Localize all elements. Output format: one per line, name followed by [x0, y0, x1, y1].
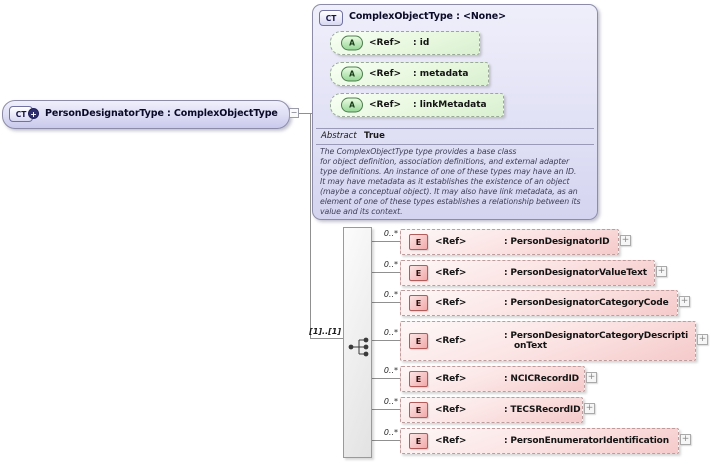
element-row[interactable]: E <Ref> : PersonDesignatorID — [400, 229, 619, 255]
attribute-ref: <Ref> — [369, 38, 402, 48]
element-ref: <Ref> — [435, 336, 467, 346]
description-line: (maybe a conceptual object). It may also… — [320, 187, 578, 196]
expand-handle[interactable]: + — [620, 235, 631, 246]
expand-handle[interactable]: + — [586, 372, 597, 383]
element-icon: E — [409, 433, 428, 449]
separator — [316, 144, 594, 145]
description-line: value and its context. — [320, 207, 403, 216]
connector-line — [372, 241, 400, 242]
element-name: : NCICRecordID — [504, 374, 579, 384]
element-row[interactable]: E <Ref> : PersonDesignatorValueText — [400, 260, 655, 286]
expand-handle[interactable]: + — [679, 296, 690, 307]
connector-line — [310, 338, 343, 339]
element-row[interactable]: E <Ref> : PersonDesignatorCategoryDescri… — [400, 321, 696, 361]
element-icon: E — [409, 234, 428, 250]
ct-badge-label: CT — [325, 13, 337, 23]
connector-line — [372, 378, 400, 379]
element-row[interactable]: E <Ref> : NCICRecordID — [400, 366, 585, 392]
description-line: It may have metadata as it establishes t… — [320, 177, 570, 186]
attribute-name: : metadata — [413, 69, 469, 79]
description-line: for object definition, association defin… — [320, 157, 570, 166]
connector-line — [310, 113, 311, 338]
connector-line — [372, 340, 400, 341]
element-name: : PersonDesignatorID — [504, 237, 610, 247]
element-row[interactable]: E <Ref> : PersonEnumeratorIdentification — [400, 428, 679, 454]
sequence-cardinality: [1]..[1] — [309, 327, 341, 336]
abstract-label: Abstract — [321, 131, 357, 141]
element-name: : PersonDesignatorCategoryCode — [504, 298, 669, 308]
element-ref: <Ref> — [435, 237, 467, 247]
complex-type-icon: CT — [319, 10, 343, 26]
element-icon: E — [409, 265, 428, 281]
expand-handle[interactable]: + — [584, 403, 595, 414]
collapse-handle[interactable]: − — [289, 108, 299, 118]
description-line: The ComplexObjectType type provides a ba… — [320, 147, 517, 156]
attribute-row-id[interactable]: A <Ref> : id — [330, 31, 480, 55]
separator — [316, 128, 594, 129]
connector-line — [372, 409, 400, 410]
element-name: : TECSRecordID — [504, 405, 581, 415]
complex-type-icon: CT + — [9, 106, 39, 122]
element-icon: E — [409, 333, 428, 349]
element-row[interactable]: E <Ref> : PersonDesignatorCategoryCode — [400, 290, 678, 316]
expand-handle[interactable]: + — [697, 334, 708, 345]
abstract-value: True — [364, 131, 385, 141]
element-row[interactable]: E <Ref> : TECSRecordID — [400, 397, 583, 423]
element-icon: E — [409, 371, 428, 387]
element-name: : PersonDesignatorCategoryDescripti — [504, 331, 689, 341]
attribute-icon: A — [341, 35, 363, 51]
type-description: The ComplexObjectType type provides a ba… — [320, 147, 594, 217]
attribute-ref: <Ref> — [369, 100, 402, 110]
expand-handle[interactable]: + — [680, 434, 691, 445]
element-ref: <Ref> — [435, 436, 467, 446]
description-line: element of one of these types establishe… — [320, 197, 581, 206]
attribute-name: : linkMetadata — [413, 100, 487, 110]
element-ref: <Ref> — [435, 268, 467, 278]
attribute-name: : id — [413, 38, 430, 48]
connector-line — [372, 272, 400, 273]
element-name: : PersonDesignatorValueText — [504, 268, 647, 278]
connector-line — [372, 440, 400, 441]
base-type-title: ComplexObjectType : <None> — [349, 11, 506, 22]
attribute-ref: <Ref> — [369, 69, 402, 79]
ct-badge-label: CT — [15, 109, 27, 119]
connector-line — [372, 302, 400, 303]
element-name-wrap: onText — [514, 341, 547, 351]
xsd-schema-diagram: CT + PersonDesignatorType : ComplexObjec… — [0, 0, 711, 464]
attribute-icon: A — [341, 66, 363, 82]
expand-handle[interactable]: + — [656, 266, 667, 277]
element-icon: E — [409, 402, 428, 418]
attribute-row-metadata[interactable]: A <Ref> : metadata — [330, 62, 489, 86]
sequence-icon — [348, 337, 369, 357]
element-ref: <Ref> — [435, 405, 467, 415]
element-icon: E — [409, 295, 428, 311]
element-ref: <Ref> — [435, 374, 467, 384]
derived-plus-icon: + — [28, 108, 39, 119]
attribute-row-linkMetadata[interactable]: A <Ref> : linkMetadata — [330, 93, 504, 117]
attribute-icon: A — [341, 97, 363, 113]
description-line: type definitions. An instance of one of … — [320, 167, 577, 176]
element-name: : PersonEnumeratorIdentification — [504, 436, 669, 446]
element-ref: <Ref> — [435, 298, 467, 308]
root-type-box[interactable]: CT + PersonDesignatorType : ComplexObjec… — [2, 100, 290, 129]
root-type-title: PersonDesignatorType : ComplexObjectType — [45, 108, 278, 119]
